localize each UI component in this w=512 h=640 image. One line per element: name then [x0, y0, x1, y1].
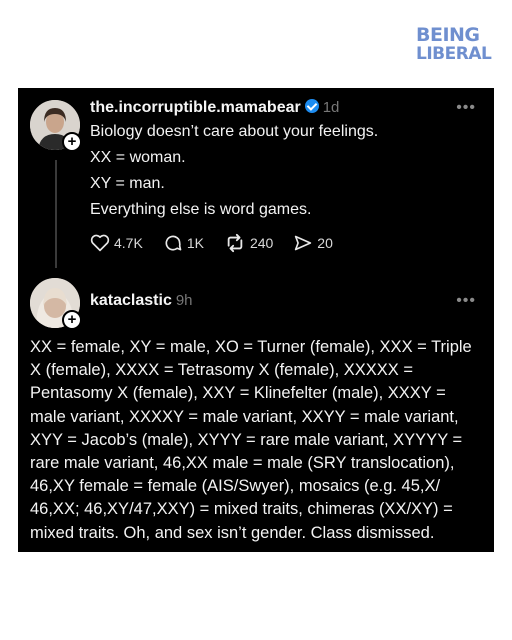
comment-icon	[165, 235, 182, 251]
reply-text-line: XX = female, XY = male, XO = Turner (fem…	[30, 338, 472, 356]
post-time: 1d	[322, 99, 340, 116]
reply-text-line: 46,XY female = female (AIS/Swyer), mosai…	[30, 477, 441, 496]
reply-more-icon[interactable]: •••	[456, 292, 476, 310]
share-count: 20	[317, 235, 333, 251]
repost-icon	[227, 233, 243, 253]
post-username[interactable]: the.incorruptible.mamabear 1d	[90, 99, 339, 117]
reply-text-line: 46,XX; 46,XY/47,XXY) = mixed traits, chi…	[30, 500, 453, 519]
reply-text-line: X (female), XXXX = Tetrasomy X (female),…	[30, 361, 414, 380]
reply-username[interactable]: kataclastic 9h	[90, 292, 193, 310]
follow-plus-icon[interactable]: +	[62, 132, 82, 152]
logo-line1: BEING	[416, 24, 480, 46]
post-text-line: XY = man.	[90, 175, 165, 192]
reply-text-line: male variant, XXXXY = male variant, XXYY…	[30, 407, 459, 426]
post-text-line: Everything else is word games.	[90, 201, 312, 218]
verified-badge-icon	[304, 99, 319, 113]
heart-icon	[90, 234, 110, 252]
comment-button[interactable]: 1K	[163, 233, 204, 253]
reply-text-line: rare male variant, 46,XX male = male (SR…	[30, 454, 455, 473]
reply-text: XX = female, XY = male, XO = Turner (fem…	[30, 336, 486, 545]
follow-plus-icon[interactable]: +	[62, 310, 82, 330]
share-button[interactable]: 20	[293, 234, 333, 252]
thread-card: + the.incorruptible.mamabear 1d ••• Biolo…	[18, 88, 494, 552]
like-button[interactable]: 4.7K	[90, 234, 143, 252]
comment-count: 1K	[186, 235, 204, 251]
post-text-line: XX = woman.	[90, 149, 186, 166]
post-text-line: Biology doesn’t care about your feelings…	[90, 123, 379, 140]
repost-button[interactable]: 240	[224, 233, 273, 253]
thread-connector-line	[55, 160, 57, 268]
reply-text-line: mixed traits. Oh, and sex isn’t gender. …	[30, 523, 435, 542]
logo-line2: LIBERAL	[416, 44, 492, 64]
reply-text-line: XYY = Jacob’s (male), XYYY = rare male v…	[30, 430, 463, 449]
post-actions: 4.7K 1K 240 20	[90, 233, 353, 253]
repost-count: 240	[249, 235, 274, 251]
like-count: 4.7K	[114, 235, 143, 251]
post-more-icon[interactable]: •••	[456, 99, 476, 117]
reply-time: 9h	[175, 292, 193, 309]
share-icon	[295, 235, 312, 251]
reply-text-line: Pentasomy X (female), XXY = Klinefelter …	[30, 384, 446, 403]
being-liberal-logo: BEING LIBERAL	[412, 22, 492, 72]
